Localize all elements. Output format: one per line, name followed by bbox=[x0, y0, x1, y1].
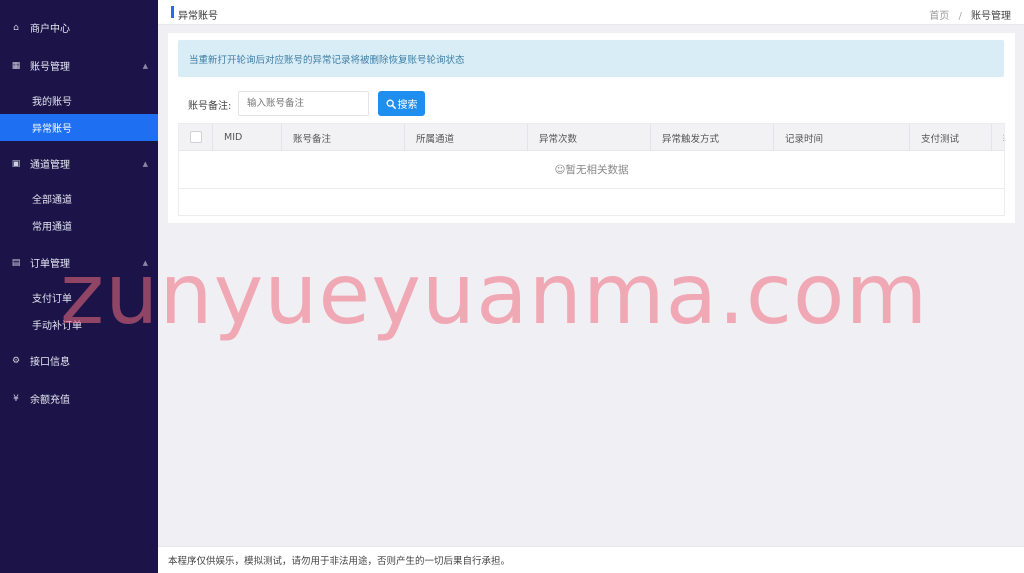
nav-sub-label: 我的账号 bbox=[32, 97, 72, 108]
chevron-up-icon: ▲ bbox=[142, 258, 148, 267]
sidebar: ⌂ 商户中心 ▦ 账号管理 ▲ 我的账号 异常账号 ▣ 通道管理 ▲ 全部通道 … bbox=[0, 0, 158, 573]
search-icon bbox=[386, 99, 396, 109]
channel-icon: ▣ bbox=[11, 158, 21, 169]
nav-sub-label: 常用通道 bbox=[32, 222, 72, 233]
column-header-polling[interactable]: 轮 bbox=[991, 124, 1004, 151]
account-icon: ▦ bbox=[11, 60, 21, 71]
account-remark-input[interactable] bbox=[238, 91, 369, 116]
search-button-label: 搜索 bbox=[397, 100, 418, 111]
abnormal-accounts-table: MID 账号备注 所属通道 异常次数 异常触发方式 记录时间 支付测试 轮 ☺暂… bbox=[178, 123, 1005, 216]
breadcrumb-home[interactable]: 首页 bbox=[929, 11, 949, 22]
nav-sub-label: 手动补订单 bbox=[32, 321, 82, 332]
nav-order-management[interactable]: ▤ 订单管理 ▲ bbox=[0, 256, 158, 271]
breadcrumb-separator: / bbox=[958, 11, 962, 22]
info-alert: 当重新打开轮询后对应账号的异常记录将被删除恢复账号轮询状态 bbox=[178, 40, 1004, 77]
nav-api-info[interactable]: ⚙ 接口信息 bbox=[0, 354, 158, 369]
nav-merchant-center[interactable]: ⌂ 商户中心 bbox=[0, 21, 158, 36]
column-header-payment-test[interactable]: 支付测试 bbox=[909, 124, 991, 151]
nav-label: 接口信息 bbox=[30, 357, 70, 368]
nav-all-channels[interactable]: 全部通道 bbox=[0, 185, 158, 212]
nav-abnormal-account[interactable]: 异常账号 bbox=[0, 114, 158, 141]
yen-icon: ¥ bbox=[13, 393, 19, 404]
nav-sub-label: 支付订单 bbox=[32, 294, 72, 305]
nav-balance-recharge[interactable]: ¥ 余额充值 bbox=[0, 392, 158, 407]
nav-sub-label: 异常账号 bbox=[32, 124, 72, 135]
nav-payment-orders[interactable]: 支付订单 bbox=[0, 284, 158, 311]
nav-label: 订单管理 bbox=[30, 259, 70, 270]
content-card: 当重新打开轮询后对应账号的异常记录将被删除恢复账号轮询状态 账号备注: 搜索 M… bbox=[168, 33, 1015, 223]
column-header-channel[interactable]: 所属通道 bbox=[404, 124, 527, 151]
nav-common-channels[interactable]: 常用通道 bbox=[0, 212, 158, 239]
search-button[interactable]: 搜索 bbox=[378, 91, 425, 116]
nav-label: 余额充值 bbox=[30, 395, 70, 406]
nav-sub-label: 全部通道 bbox=[32, 195, 72, 206]
nav-manual-orders[interactable]: 手动补订单 bbox=[0, 311, 158, 338]
gear-icon: ⚙ bbox=[11, 355, 21, 366]
watermark: zunyueyuanma.com bbox=[60, 245, 929, 343]
order-icon: ▤ bbox=[11, 257, 21, 268]
nav-channel-management[interactable]: ▣ 通道管理 ▲ bbox=[0, 157, 158, 172]
nav-label: 账号管理 bbox=[30, 62, 70, 73]
breadcrumb: 首页 / 账号管理 bbox=[929, 7, 1011, 22]
column-header-remark[interactable]: 账号备注 bbox=[281, 124, 404, 151]
nav-label: 商户中心 bbox=[30, 24, 70, 35]
search-label: 账号备注: bbox=[188, 101, 232, 112]
top-header: 异常账号 首页 / 账号管理 bbox=[158, 0, 1024, 25]
column-header-record-time[interactable]: 记录时间 bbox=[773, 124, 909, 151]
select-all-checkbox[interactable] bbox=[190, 131, 202, 143]
home-icon: ⌂ bbox=[13, 22, 19, 33]
empty-state: ☺暂无相关数据 bbox=[179, 151, 1004, 189]
chevron-up-icon: ▲ bbox=[142, 159, 148, 168]
column-header-trigger-method[interactable]: 异常触发方式 bbox=[650, 124, 773, 151]
column-header-mid[interactable]: MID bbox=[212, 124, 281, 151]
title-accent-bar bbox=[171, 6, 174, 18]
column-header-abnormal-count[interactable]: 异常次数 bbox=[527, 124, 650, 151]
footer-disclaimer: 本程序仅供娱乐，模拟测试，请勿用于非法用途，否则产生的一切后果自行承担。 bbox=[158, 546, 1024, 573]
page-title: 异常账号 bbox=[178, 11, 218, 22]
breadcrumb-current: 账号管理 bbox=[971, 11, 1011, 22]
nav-my-account[interactable]: 我的账号 bbox=[0, 87, 158, 114]
table-header: MID 账号备注 所属通道 异常次数 异常触发方式 记录时间 支付测试 轮 bbox=[179, 124, 1004, 151]
chevron-up-icon: ▲ bbox=[142, 61, 148, 70]
nav-account-management[interactable]: ▦ 账号管理 ▲ bbox=[0, 59, 158, 74]
nav-label: 通道管理 bbox=[30, 160, 70, 171]
